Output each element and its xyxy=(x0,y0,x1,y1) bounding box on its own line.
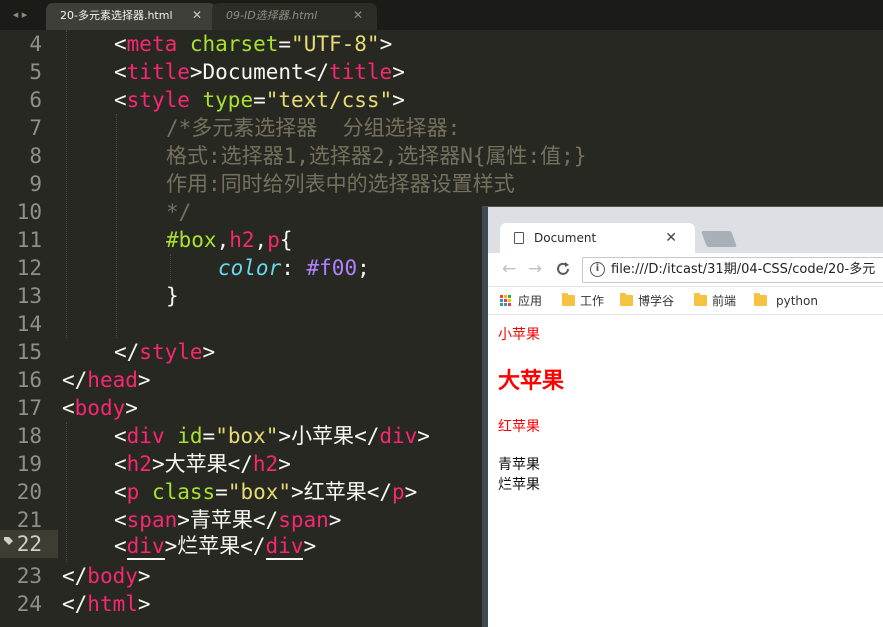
line-number: 24 xyxy=(16,592,42,616)
bookmark-python[interactable]: python xyxy=(754,287,834,315)
code-line-11: #box,h2,p{ xyxy=(166,228,293,252)
close-icon[interactable]: ✕ xyxy=(665,223,677,253)
line-number: 13 xyxy=(16,284,42,308)
browser-window: Document ✕ ← → i file:///D:/itcast/31期/0… xyxy=(482,206,883,627)
back-arrow-icon[interactable]: ← xyxy=(498,258,520,280)
bookmark-apps[interactable]: 应用 xyxy=(500,287,560,315)
page-icon xyxy=(514,232,524,244)
editor-tab-label: 20-多元素选择器.html xyxy=(60,9,173,22)
bookmarks-bar: 应用 工作 博学谷 前端 python xyxy=(488,287,883,315)
editor-tab-label: 09-ID选择器.html xyxy=(226,9,318,22)
page-paragraph-box: 红苹果 xyxy=(498,419,540,435)
browser-tab-document[interactable]: Document ✕ xyxy=(500,223,695,253)
code-line-13: } xyxy=(166,284,179,308)
code-line-4: <meta charset="UTF-8"> xyxy=(114,32,393,56)
line-number: 15 xyxy=(16,340,42,364)
bookmark-work[interactable]: 工作 xyxy=(562,287,622,315)
line-number: 10 xyxy=(16,200,42,224)
tab-nav-arrows[interactable]: ◂ ▸ xyxy=(0,0,40,30)
editor-tab-09-id-selector[interactable]: 09-ID选择器.html ✕ xyxy=(212,3,377,30)
address-bar[interactable]: i file:///D:/itcast/31期/04-CSS/code/20-多… xyxy=(582,257,883,283)
line-number: 16 xyxy=(16,368,42,392)
code-line-20: <p class="box">红苹果</p> xyxy=(114,480,418,504)
code-line-23: </body> xyxy=(62,564,151,588)
browser-tab-title: Document xyxy=(534,231,597,245)
line-number: 9 xyxy=(29,172,42,196)
close-icon[interactable]: ✕ xyxy=(353,3,363,28)
line-number: 17 xyxy=(16,396,42,420)
new-tab-button[interactable] xyxy=(701,231,737,247)
bookmark-tag-icon xyxy=(4,536,14,546)
browser-title-bar: Document ✕ xyxy=(488,207,883,253)
indent-guide xyxy=(170,254,171,282)
code-line-10: */ xyxy=(166,200,192,224)
address-url: file:///D:/itcast/31期/04-CSS/code/20-多元 xyxy=(611,262,876,277)
forward-arrow-icon[interactable]: → xyxy=(524,258,546,280)
page-content: 小苹果 大苹果 红苹果 青苹果 烂苹果 xyxy=(488,315,883,627)
folder-icon xyxy=(620,293,633,306)
code-line-15: </style> xyxy=(114,340,216,364)
page-span: 青苹果 xyxy=(498,457,540,473)
bookmark-frontend[interactable]: 前端 xyxy=(694,287,754,315)
code-line-16: </head> xyxy=(62,368,151,392)
code-line-17: <body> xyxy=(62,396,138,420)
code-line-21: <span>青苹果</span> xyxy=(114,508,342,532)
line-number: 7 xyxy=(29,116,42,140)
code-line-24: </html> xyxy=(62,592,151,616)
editor-tab-bar: ◂ ▸ 20-多元素选择器.html ✕ 09-ID选择器.html ✕ xyxy=(0,0,883,30)
line-number: 11 xyxy=(16,228,42,252)
page-div-plain: 烂苹果 xyxy=(498,477,540,493)
folder-icon xyxy=(694,293,707,306)
editor-tab-20-multi-selector[interactable]: 20-多元素选择器.html ✕ xyxy=(46,3,216,30)
code-line-19: <h2>大苹果</h2> xyxy=(114,452,291,476)
code-line-6: <style type="text/css"> xyxy=(114,88,405,112)
code-line-22: <div>烂苹果</div> xyxy=(114,534,317,560)
bookmark-boxue[interactable]: 博学谷 xyxy=(620,287,690,315)
line-number: 4 xyxy=(29,32,42,56)
line-number: 23 xyxy=(16,564,42,588)
code-line-9: 作用:同时给列表中的选择器设置样式 xyxy=(166,172,515,196)
code-line-5: <title>Document</title> xyxy=(114,60,405,84)
line-number: 12 xyxy=(16,256,42,280)
line-number: 5 xyxy=(29,60,42,84)
line-number: 8 xyxy=(29,144,42,168)
bookmark-label: 应用 xyxy=(518,294,543,308)
info-icon[interactable]: i xyxy=(590,262,605,277)
indent-guide xyxy=(66,422,67,562)
bookmark-label: 工作 xyxy=(580,294,605,308)
bookmark-label: 前端 xyxy=(712,294,737,308)
apps-grid-icon xyxy=(500,295,512,307)
line-number: 14 xyxy=(16,312,42,336)
line-number: 6 xyxy=(29,88,42,112)
page-heading: 大苹果 xyxy=(498,369,565,394)
line-number: 18 xyxy=(16,424,42,448)
line-number: 19 xyxy=(16,452,42,476)
line-number: 20 xyxy=(16,480,42,504)
browser-toolbar: ← → i file:///D:/itcast/31期/04-CSS/code/… xyxy=(488,253,883,287)
indent-guide xyxy=(116,114,117,338)
code-line-8: 格式:选择器1,选择器2,选择器N{属性:值;} xyxy=(166,144,587,168)
close-icon[interactable]: ✕ xyxy=(192,3,202,28)
folder-icon xyxy=(562,293,575,306)
code-line-7: /*多元素选择器 分组选择器: xyxy=(166,116,461,140)
bookmark-label: python xyxy=(776,294,818,308)
folder-icon xyxy=(754,293,767,306)
code-line-18: <div id="box">小苹果</div> xyxy=(114,424,430,448)
reload-icon[interactable] xyxy=(552,258,574,280)
indent-guide xyxy=(66,30,67,338)
code-line-12: color: #f00; xyxy=(218,256,370,280)
page-div-box: 小苹果 xyxy=(498,327,540,343)
bookmark-label: 博学谷 xyxy=(638,294,675,308)
